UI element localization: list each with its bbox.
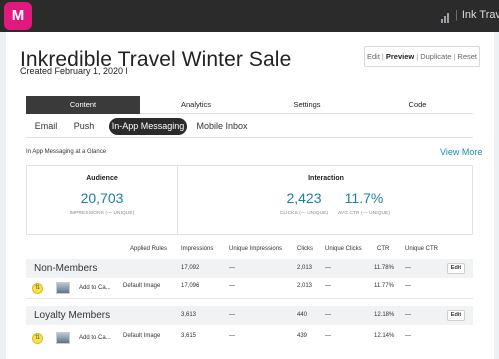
edit-button[interactable]: Edit: [447, 263, 465, 274]
col-unique-clicks: Unique Clicks: [325, 246, 362, 252]
main-tabs: Content Analytics Settings Code: [26, 96, 473, 114]
cell-ctr: 11.78%: [374, 265, 394, 271]
account-menu[interactable]: |Ink Travel ▾: [455, 8, 499, 21]
tab-content[interactable]: Content: [26, 96, 140, 114]
message-thumbnail: [56, 332, 70, 344]
interaction-heading: Interaction: [308, 175, 344, 182]
subtab-mobile-inbox[interactable]: Mobile Inbox: [194, 118, 250, 135]
subtab-in-app-messaging[interactable]: In-App Messaging: [109, 118, 187, 135]
duplicate-link[interactable]: Duplicate: [418, 52, 453, 61]
variant-swap-icon: ⇅: [32, 283, 43, 294]
tab-settings[interactable]: Settings: [252, 96, 362, 114]
group-name: Loyalty Members: [34, 310, 111, 321]
cell-impressions: 3,615: [181, 333, 197, 339]
cell-ctr: 12.18%: [374, 312, 395, 318]
cell-unique-ctr: —: [405, 333, 411, 339]
col-unique-ctr: Unique CTR: [405, 246, 439, 252]
cell-clicks: 2,013: [297, 265, 313, 271]
cell-unique-clicks: —: [325, 312, 331, 318]
subtab-push[interactable]: Push: [70, 118, 98, 135]
cell-unique-clicks: —: [325, 265, 331, 271]
cell-clicks: 439: [297, 333, 308, 339]
col-impressions: Impressions: [181, 246, 214, 252]
clicks-value: 2,423: [286, 190, 322, 206]
preview-link[interactable]: Preview: [384, 52, 416, 61]
tab-code[interactable]: Code: [362, 96, 473, 114]
cell-impressions: 3,613: [181, 312, 197, 318]
group-name: Non-Members: [34, 263, 98, 274]
col-applied-rules: Applied Rules: [130, 246, 168, 252]
cell-unique-impressions: —: [229, 333, 235, 339]
bar-chart-icon[interactable]: [441, 13, 451, 23]
cell-unique-clicks: —: [325, 333, 331, 339]
cell-ctr: 12.14%: [374, 333, 395, 339]
row-divider: [26, 298, 473, 299]
subtab-email[interactable]: Email: [32, 118, 60, 135]
variant-name: Add to Ca...: [79, 285, 111, 291]
variant-rule: Default Image: [123, 283, 161, 289]
campaign-actions: Edit | Preview | Duplicate | Reset: [364, 46, 480, 67]
account-name: Ink Travel: [461, 9, 499, 21]
cell-clicks: 2,013: [297, 283, 313, 289]
col-unique-impressions: Unique Impressions: [229, 246, 283, 252]
ctr-label: AVG CTR (— UNIQUE): [337, 211, 391, 216]
impressions-value: 20,703: [80, 190, 124, 206]
cell-unique-impressions: —: [229, 265, 235, 271]
tab-analytics[interactable]: Analytics: [140, 96, 252, 114]
cell-unique-ctr: —: [405, 312, 411, 318]
created-date: Created February 1, 2020 l: [20, 66, 128, 76]
col-ctr: CTR: [377, 246, 390, 252]
view-more-link[interactable]: View More: [440, 147, 482, 157]
edit-link[interactable]: Edit: [365, 52, 382, 61]
cell-unique-impressions: —: [229, 312, 235, 318]
variant-swap-icon: ⇅: [32, 333, 43, 344]
cell-unique-clicks: —: [325, 283, 331, 289]
impressions-label: IMPRESSIONS (— UNIQUE): [69, 211, 135, 216]
audience-heading: Audience: [86, 175, 118, 182]
edit-button[interactable]: Edit: [447, 310, 465, 321]
cell-unique-ctr: —: [405, 265, 411, 271]
cell-unique-impressions: —: [229, 283, 235, 289]
message-thumbnail: [56, 282, 70, 294]
ctr-value: 11.7%: [344, 190, 384, 206]
cell-impressions: 17,092: [181, 265, 200, 271]
cell-unique-ctr: —: [405, 283, 411, 289]
channel-tabs: Email Push In-App Messaging Mobile Inbox: [26, 114, 473, 138]
col-clicks: Clicks: [297, 246, 313, 252]
top-bar: M |Ink Travel ▾: [0, 0, 499, 32]
brand-logo[interactable]: M: [4, 2, 32, 30]
variant-rule: Default Image: [123, 333, 161, 339]
reset-link[interactable]: Reset: [455, 52, 479, 61]
cell-ctr: 11.77%: [374, 283, 394, 289]
glance-stats: Audience 20,703 IMPRESSIONS (— UNIQUE) I…: [26, 165, 473, 235]
glance-heading: In App Messaging at a Glance: [26, 149, 107, 155]
cell-clicks: 440: [297, 312, 308, 318]
variant-name: Add to Ca...: [79, 335, 111, 341]
cell-impressions: 17,096: [181, 283, 200, 289]
